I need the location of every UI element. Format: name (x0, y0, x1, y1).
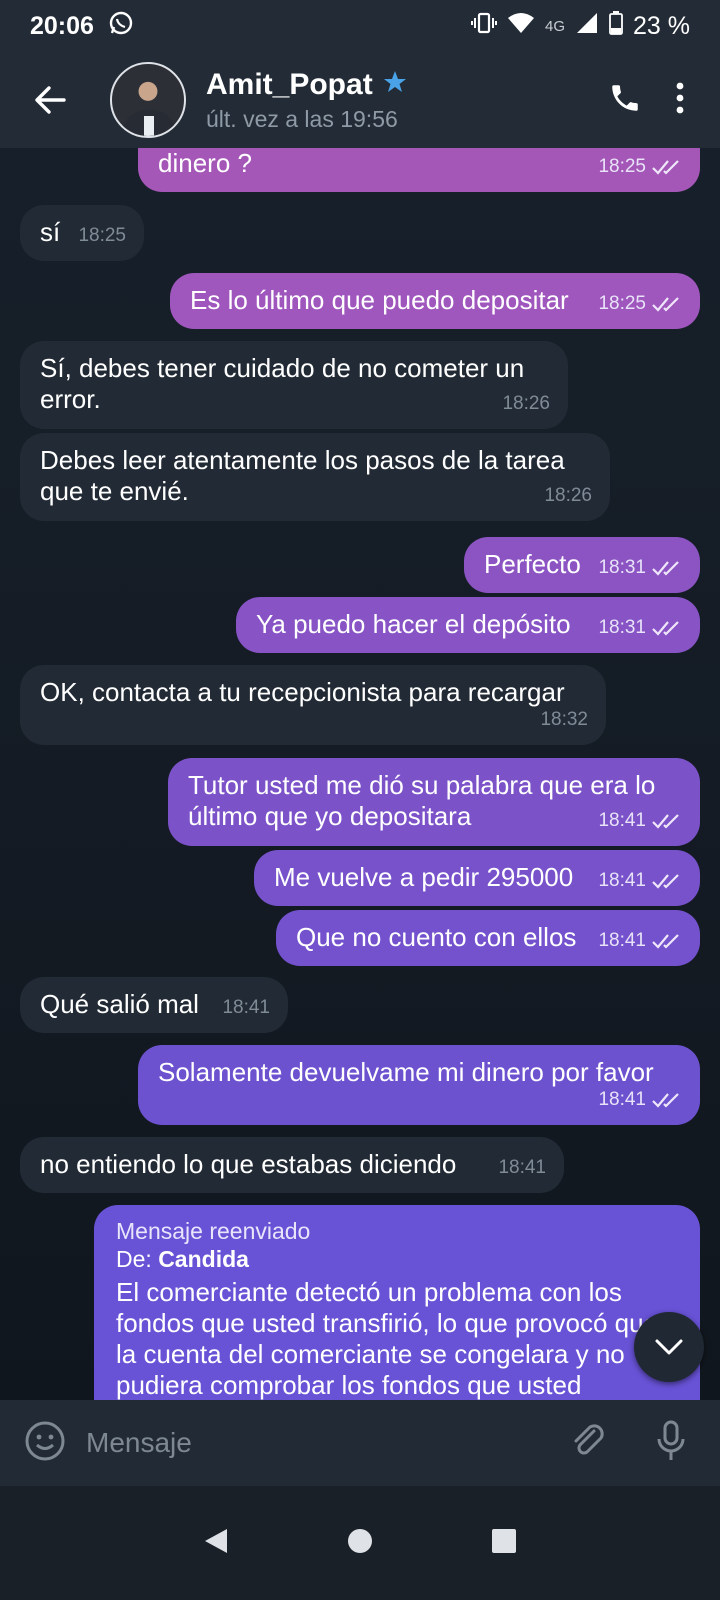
double-check-icon (652, 620, 679, 636)
message-outgoing[interactable]: dinero ? 18:25 (138, 148, 700, 192)
vibrate-icon (471, 12, 497, 41)
message-text: Qué salió mal (40, 989, 199, 1019)
double-check-icon (652, 296, 679, 312)
message-outgoing[interactable]: Ya puedo hacer el depósito 18:31 (236, 597, 700, 653)
back-button[interactable] (20, 70, 80, 130)
whatsapp-icon (108, 10, 134, 43)
message-incoming[interactable]: Qué salió mal 18:41 (20, 977, 288, 1033)
more-options-icon[interactable] (676, 82, 684, 119)
system-nav-bar (0, 1486, 720, 1600)
message-time: 18:41 (598, 805, 682, 836)
message-outgoing[interactable]: Que no cuento con ellos 18:41 (276, 910, 700, 966)
message-incoming[interactable]: Debes leer atentamente los pasos de la t… (20, 433, 610, 521)
battery-icon (609, 10, 623, 42)
message-outgoing[interactable]: Me vuelve a pedir 295000 18:41 (254, 850, 700, 906)
message-text: Que no cuento con ellos (296, 922, 577, 952)
avatar[interactable] (110, 62, 186, 138)
double-check-icon (652, 159, 679, 175)
message-text: Sí, debes tener cuidado de no cometer un… (40, 353, 525, 414)
message-text: Tutor usted me dió su palabra que era lo… (188, 770, 656, 831)
message-time: 18:26 (544, 485, 592, 506)
message-time: 18:41 (598, 865, 682, 896)
message-text: Es lo último que puedo depositar (190, 285, 569, 315)
message-time: 18:41 (222, 997, 270, 1018)
message-time: 18:31 (598, 612, 682, 643)
scroll-to-bottom-button[interactable] (634, 1312, 704, 1382)
status-bar: 20:06 4G 23 % (0, 0, 720, 52)
message-outgoing[interactable]: Tutor usted me dió su palabra que era lo… (168, 758, 700, 846)
message-text: Debes leer atentamente los pasos de la t… (40, 445, 565, 506)
message-outgoing[interactable]: Solamente devuelvame mi dinero por favor… (138, 1045, 700, 1125)
arrow-left-icon (35, 86, 66, 114)
forwarded-message[interactable]: Mensaje reenviado De: Candida El comerci… (94, 1205, 700, 1430)
verified-star-icon (383, 68, 407, 102)
message-incoming[interactable]: sí 18:25 (20, 205, 144, 261)
chevron-down-icon (655, 1339, 683, 1355)
emoji-icon[interactable] (24, 1420, 66, 1467)
message-time: 18:41 (598, 1084, 682, 1115)
message-time: 18:25 (598, 151, 682, 182)
message-incoming[interactable]: OK, contacta a tu recepcionista para rec… (20, 665, 606, 745)
message-time: 18:41 (598, 925, 682, 956)
forwarded-from: De: Candida (116, 1246, 249, 1272)
message-input-bar: Mensaje (0, 1400, 720, 1486)
message-outgoing[interactable]: Es lo último que puedo depositar 18:25 (170, 273, 700, 329)
message-text: no entiendo lo que estabas diciendo (40, 1149, 457, 1179)
message-time: 18:41 (498, 1157, 546, 1178)
message-time: 18:25 (78, 225, 126, 246)
forwarded-sender[interactable]: Candida (158, 1246, 249, 1272)
chat-area[interactable]: dinero ? 18:25 sí 18:25 Es lo último que… (0, 148, 720, 1430)
wifi-icon (507, 12, 535, 41)
signal-icon (575, 12, 599, 41)
attach-icon[interactable] (568, 1421, 608, 1466)
message-incoming[interactable]: Sí, debes tener cuidado de no cometer un… (20, 341, 568, 429)
double-check-icon (652, 813, 679, 829)
message-time: 18:26 (502, 393, 550, 414)
microphone-icon[interactable] (656, 1420, 686, 1467)
double-check-icon (652, 1092, 679, 1108)
message-outgoing[interactable]: Perfecto 18:31 (464, 537, 700, 593)
recents-nav-icon[interactable] (491, 1528, 517, 1559)
double-check-icon (652, 873, 679, 889)
message-incoming[interactable]: no entiendo lo que estabas diciendo 18:4… (20, 1137, 564, 1193)
message-text: OK, contacta a tu recepcionista para rec… (40, 677, 565, 707)
phone-icon[interactable] (608, 81, 642, 120)
message-text: dinero ? (158, 148, 252, 178)
battery-percent: 23 % (633, 11, 690, 40)
message-text: El comerciante detectó un problema con l… (116, 1277, 659, 1400)
forwarded-label: Mensaje reenviado (116, 1218, 311, 1244)
network-type: 4G (545, 17, 566, 35)
message-text: Perfecto (484, 549, 581, 579)
chat-header: Amit_Popat últ. vez a las 19:56 (0, 52, 720, 148)
home-nav-icon[interactable] (347, 1528, 373, 1559)
message-time: 18:25 (598, 288, 682, 319)
status-time: 20:06 (30, 11, 94, 40)
double-check-icon (652, 933, 679, 949)
contact-name: Amit_Popat (206, 67, 373, 101)
message-text: Me vuelve a pedir 295000 (274, 862, 574, 892)
message-input[interactable]: Mensaje (86, 1427, 192, 1459)
contact-name-row: Amit_Popat (206, 68, 407, 102)
message-time: 18:31 (598, 552, 682, 583)
contact-info[interactable]: Amit_Popat últ. vez a las 19:56 (206, 68, 407, 133)
last-seen: últ. vez a las 19:56 (206, 105, 398, 132)
back-nav-icon[interactable] (203, 1527, 229, 1560)
message-text: sí (40, 217, 61, 247)
message-text: Ya puedo hacer el depósito (256, 609, 571, 639)
message-time: 18:32 (540, 709, 588, 730)
message-text: Solamente devuelvame mi dinero por favor (158, 1057, 654, 1087)
double-check-icon (652, 560, 679, 576)
